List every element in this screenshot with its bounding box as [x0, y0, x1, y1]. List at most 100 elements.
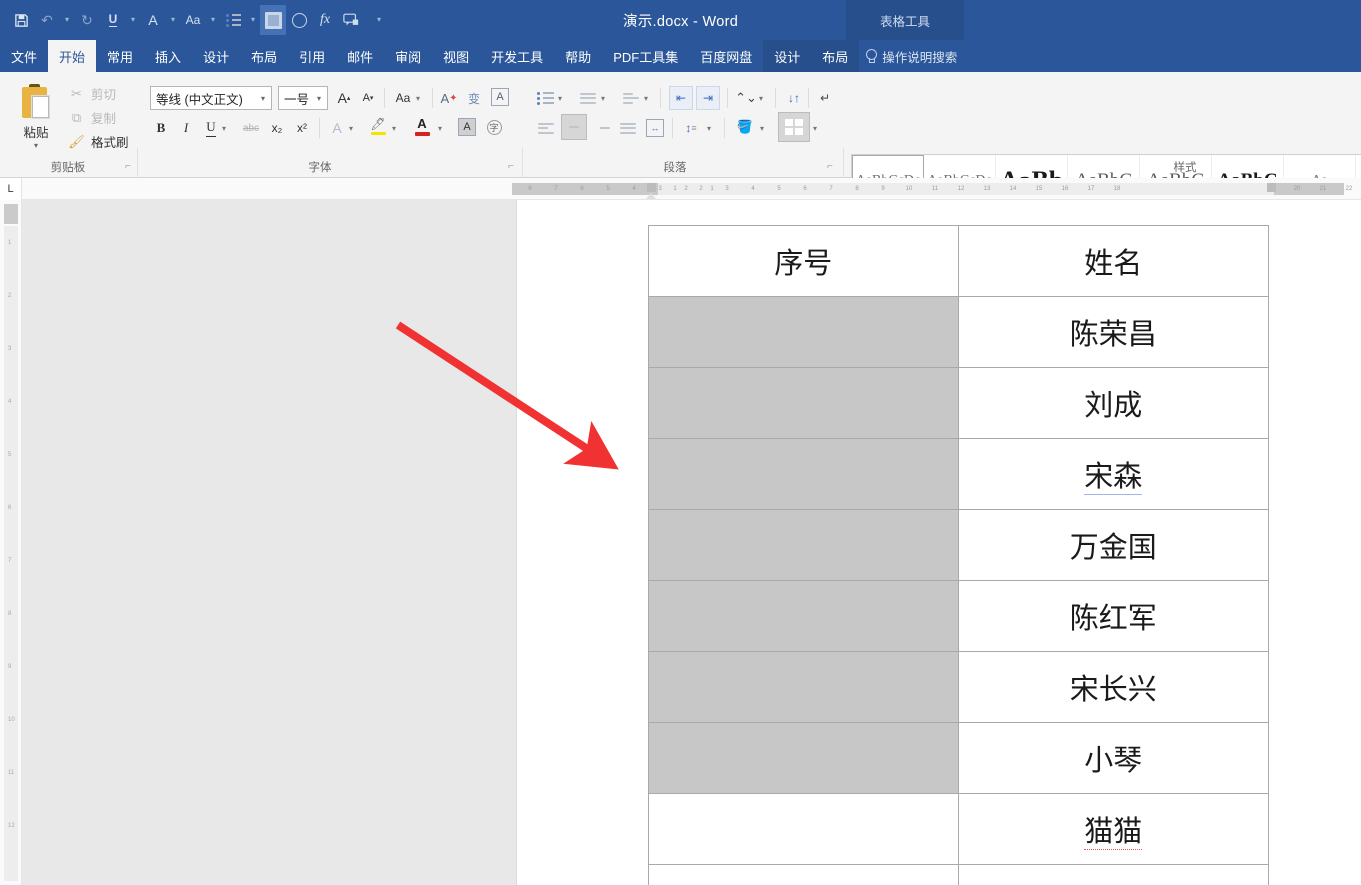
font-size-combo[interactable]: 一号 ▾ [278, 86, 328, 110]
font-color-dropdown-icon[interactable]: ▾ [438, 116, 442, 140]
cell-index[interactable] [648, 864, 959, 885]
strikethrough-button[interactable]: abc [239, 116, 263, 140]
cell-name[interactable]: 宋森 [957, 438, 1269, 510]
tab-home[interactable]: 开始 [48, 40, 97, 72]
save-icon[interactable] [8, 5, 34, 35]
change-case-button[interactable]: Aa [390, 86, 416, 110]
bullets-dropdown-icon[interactable]: ▾ [558, 86, 562, 110]
font-color-icon[interactable]: A [140, 5, 166, 35]
change-case-icon[interactable]: Aa [180, 5, 206, 35]
increase-indent-button[interactable]: ⇥ [696, 86, 720, 110]
redo-icon[interactable]: ↻ [74, 5, 100, 35]
cell-index[interactable] [648, 722, 959, 794]
change-case-dropdown-icon[interactable]: ▾ [416, 86, 420, 110]
superscript-button[interactable]: x² [291, 116, 313, 140]
tab-references[interactable]: 引用 [288, 40, 336, 72]
formula-icon[interactable]: fx [312, 5, 338, 35]
borders-button[interactable] [778, 112, 810, 142]
undo-dropdown-icon[interactable]: ▾ [60, 5, 74, 35]
phonetic-guide-button[interactable]: 变 [463, 86, 485, 110]
character-shading-button[interactable]: A [456, 115, 478, 139]
right-indent-handle[interactable] [1267, 183, 1276, 192]
table-row[interactable]: 猫猫 [648, 793, 1269, 865]
undo-icon[interactable]: ↶ [34, 5, 60, 35]
tab-layout[interactable]: 布局 [240, 40, 288, 72]
multilevel-list-button[interactable] [620, 86, 642, 110]
line-spacing-dropdown-icon[interactable]: ▾ [707, 116, 711, 140]
distribute-button[interactable]: ↔ [643, 116, 667, 140]
line-spacing-button[interactable]: ↕ ≡ [679, 116, 703, 140]
table-row[interactable]: 刘成 [648, 367, 1269, 439]
table-row[interactable]: 陈荣昌 [648, 296, 1269, 368]
document-table[interactable]: 序号 姓名 陈荣昌 刘成 宋森 万金国 陈红军 宋长兴 小琴 猫猫 [648, 225, 1269, 885]
cell-name[interactable]: 陈荣昌 [957, 296, 1269, 368]
cell-name[interactable]: 猫猫 [957, 793, 1269, 865]
table-row[interactable]: 张兴功 [648, 864, 1269, 885]
chevron-down-icon[interactable]: ▾ [313, 94, 325, 103]
tab-common[interactable]: 常用 [96, 40, 144, 72]
shrink-font-button[interactable]: A ▾ [357, 86, 379, 110]
align-right-button[interactable] [590, 116, 614, 140]
cell-name[interactable]: 万金国 [957, 509, 1269, 581]
sort-button[interactable]: ↓↑ [782, 86, 806, 110]
cut-button[interactable]: ✂ 剪切 [68, 84, 116, 103]
italic-button[interactable]: I [175, 116, 197, 140]
left-indent-handle[interactable] [647, 183, 656, 192]
cell-index[interactable] [648, 793, 959, 865]
numbering-button[interactable] [577, 86, 599, 110]
shading-dropdown-icon[interactable]: ▾ [760, 116, 764, 140]
bullets-dropdown-icon[interactable]: ▾ [246, 5, 260, 35]
horizontal-ruler[interactable]: 87654321 12345678 9 10 11 12 13 14 15 16 17 18 2… [22, 178, 1361, 200]
clipboard-dialog-launcher[interactable]: ⌐ [125, 161, 137, 173]
table-row[interactable]: 万金国 [648, 509, 1269, 581]
tab-view[interactable]: 视图 [432, 40, 480, 72]
bullets-button[interactable] [534, 86, 556, 110]
borders-dropdown-icon[interactable]: ▾ [813, 116, 817, 140]
underline-icon[interactable]: U [100, 5, 126, 35]
numbering-dropdown-icon[interactable]: ▾ [601, 86, 605, 110]
circle-icon[interactable] [286, 5, 312, 35]
header-cell-index[interactable]: 序号 [648, 225, 959, 297]
bold-button[interactable]: B [150, 116, 172, 140]
tab-design[interactable]: 设计 [192, 40, 240, 72]
paste-dropdown-icon[interactable]: ▾ [34, 142, 38, 150]
decrease-indent-button[interactable]: ⇤ [669, 86, 693, 110]
align-left-button[interactable] [534, 116, 558, 140]
align-center-button[interactable] [561, 114, 587, 140]
tab-pdf-tools[interactable]: PDF工具集 [602, 40, 689, 72]
first-line-indent-marker[interactable] [646, 193, 656, 199]
cell-name[interactable]: 陈红军 [957, 580, 1269, 652]
shading-icon[interactable] [260, 5, 286, 35]
table-row[interactable]: 宋长兴 [648, 651, 1269, 723]
tab-table-layout[interactable]: 布局 [811, 40, 860, 72]
text-effects-button[interactable]: A [326, 116, 348, 140]
cell-index[interactable] [648, 296, 959, 368]
format-painter-button[interactable]: 🖌 格式刷 [68, 132, 128, 151]
paragraph-dialog-launcher[interactable]: ⌐ [827, 161, 839, 173]
document-canvas[interactable]: 序号 姓名 陈荣昌 刘成 宋森 万金国 陈红军 宋长兴 小琴 猫猫 [22, 200, 1361, 885]
change-case-dropdown-icon[interactable]: ▾ [206, 5, 220, 35]
show-formatting-marks-button[interactable]: ↵ [814, 86, 836, 110]
table-row[interactable]: 陈红军 [648, 580, 1269, 652]
tab-stop-selector[interactable]: L [0, 178, 22, 200]
shading-button[interactable]: 🪣 [733, 115, 757, 139]
paste-button[interactable]: 粘贴 ▾ [10, 80, 62, 166]
table-row[interactable]: 小琴 [648, 722, 1269, 794]
copy-button[interactable]: ⧉ 复制 [68, 108, 116, 127]
bullets-icon[interactable] [220, 5, 246, 35]
tab-insert[interactable]: 插入 [144, 40, 192, 72]
customize-qat-icon[interactable]: ▾ [372, 5, 386, 35]
east-asian-dropdown-icon[interactable]: ▾ [759, 86, 763, 110]
clear-formatting-button[interactable]: A ✦ [438, 86, 460, 110]
underline-button[interactable]: U [200, 116, 222, 140]
font-color-button[interactable]: A [410, 114, 434, 138]
header-cell-name[interactable]: 姓名 [957, 225, 1269, 297]
enclose-character-button[interactable]: 字 [483, 115, 505, 139]
tab-file[interactable]: 文件 [0, 40, 48, 72]
cell-name[interactable]: 宋长兴 [957, 651, 1269, 723]
cell-index[interactable] [648, 438, 959, 510]
font-dialog-launcher[interactable]: ⌐ [508, 161, 520, 173]
tab-baidu-netdisk[interactable]: 百度网盘 [689, 40, 763, 72]
font-family-combo[interactable]: 等线 (中文正文) ▾ [150, 86, 272, 110]
cell-index[interactable] [648, 367, 959, 439]
